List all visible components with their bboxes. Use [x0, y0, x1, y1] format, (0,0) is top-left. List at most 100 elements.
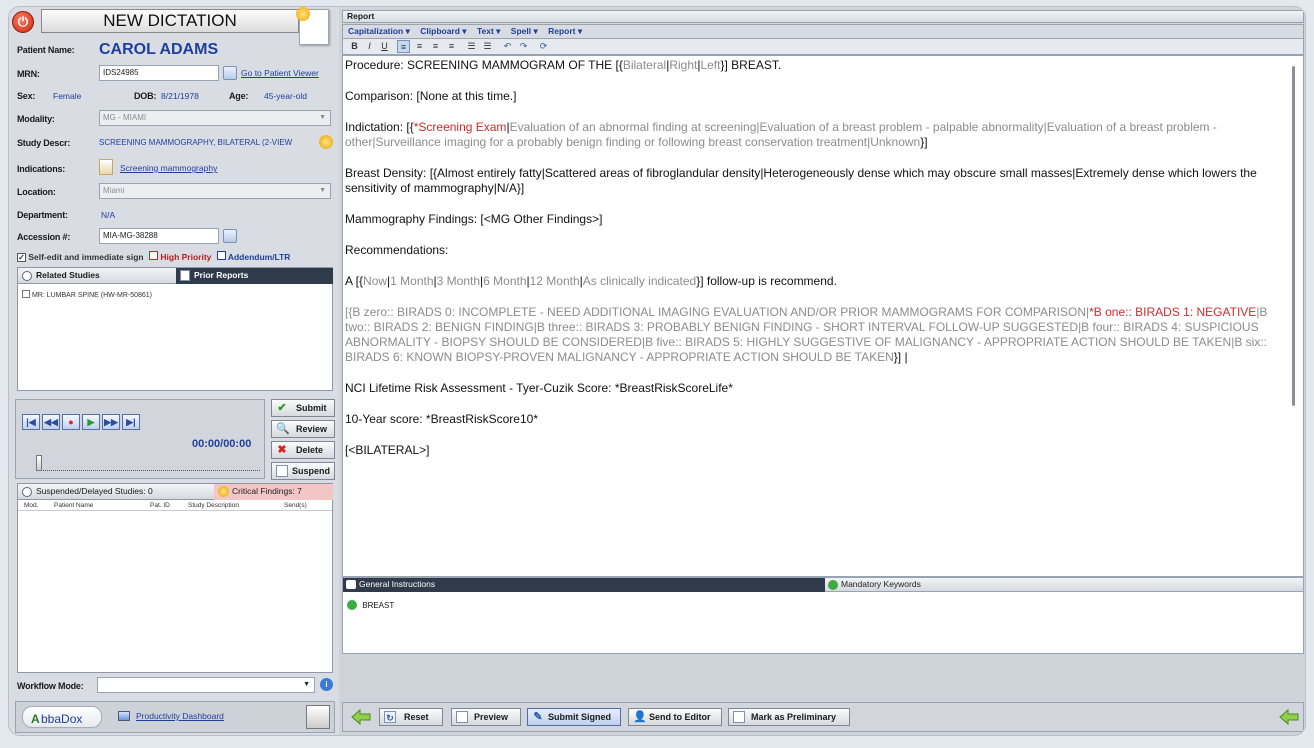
patient-viewer-link[interactable]: Go to Patient Viewer [241, 68, 319, 78]
underline-button[interactable]: U [378, 40, 391, 53]
mrn-field[interactable]: IDS24985 [99, 65, 219, 81]
menu-spell[interactable]: Spell ▾ [511, 26, 538, 36]
column-header[interactable]: Patient Name [54, 502, 93, 509]
followup-option[interactable]: 3 Month [437, 274, 480, 288]
clipboard-icon[interactable] [99, 159, 113, 175]
justify-button[interactable]: ≡ [445, 40, 458, 53]
modality-value: MG - MIAMI [103, 113, 147, 122]
bullet-list-button[interactable]: ☰ [465, 40, 478, 53]
format-toolbar: B I U ≡ ≡ ≡ ≡ ☰ ☰ ↶ ↷ ⟳ [342, 39, 1304, 55]
info-icon[interactable]: i [320, 678, 333, 691]
refresh-button[interactable]: ⟳ [537, 40, 550, 53]
column-header[interactable]: Send(s) [284, 502, 307, 509]
note-icon[interactable] [296, 7, 329, 45]
align-right-button[interactable]: ≡ [429, 40, 442, 53]
timeline-track[interactable] [38, 470, 260, 472]
back-arrow-icon[interactable] [351, 709, 371, 725]
tab-suspended[interactable]: Suspended/Delayed Studies: 0 [18, 484, 214, 500]
tab-prior-reports[interactable]: Prior Reports [176, 268, 333, 284]
followup-option[interactable]: As clinically indicated [583, 274, 696, 288]
tab-mandatory-keywords[interactable]: Mandatory Keywords [825, 578, 1303, 592]
user-avatar-icon[interactable] [306, 705, 330, 729]
accession-field[interactable]: MIA-MG-38288 [99, 228, 219, 244]
reset-button[interactable]: ↻ Reset [379, 708, 443, 726]
options-row: ✓ Self-edit and immediate sign High Prio… [17, 251, 290, 262]
list-item[interactable]: MR: LUMBAR SPINE (HW-MR-50861) [22, 290, 152, 299]
delete-x-icon: ✖ [277, 444, 287, 456]
scrollbar-thumb[interactable] [1292, 66, 1295, 406]
study-lookup-icon[interactable] [319, 135, 333, 149]
align-center-button[interactable]: ≡ [413, 40, 426, 53]
column-header[interactable]: Study Description [188, 502, 239, 509]
tab-related-studies[interactable]: Related Studies [18, 268, 176, 284]
suspend-icon [276, 465, 288, 477]
tab-general-instructions[interactable]: General Instructions [343, 578, 825, 592]
chevron-down-icon: ▼ [319, 187, 326, 194]
procedure-option[interactable]: Bilateral [623, 58, 666, 72]
followup-option[interactable]: 1 Month [390, 274, 433, 288]
align-left-button[interactable]: ≡ [397, 40, 410, 53]
patient-name: CAROL ADAMS [99, 41, 219, 58]
column-header[interactable]: Mod. [24, 502, 38, 509]
undo-button[interactable]: ↶ [501, 40, 514, 53]
send-to-editor-label: Send to Editor [649, 712, 711, 722]
bold-button[interactable]: B [348, 40, 361, 53]
rewind-icon[interactable]: ◀◀ [42, 414, 60, 430]
high-priority-checkbox[interactable] [149, 251, 158, 260]
study-item-label: MR: LUMBAR SPINE (HW-MR-50861) [31, 292, 153, 299]
redo-button[interactable]: ↷ [517, 40, 530, 53]
menu-report[interactable]: Report ▾ [548, 26, 582, 36]
suspend-button[interactable]: Suspend [271, 462, 335, 480]
numbered-list-button[interactable]: ☰ [481, 40, 494, 53]
followup-option[interactable]: 12 Month [530, 274, 580, 288]
indication-selected-option[interactable]: *Screening Exam [414, 120, 507, 134]
forward-arrow-icon[interactable] [1279, 709, 1299, 725]
fast-forward-icon[interactable]: ▶▶ [102, 414, 120, 430]
search-icon[interactable] [223, 229, 237, 243]
delete-label: Delete [296, 445, 324, 455]
modality-select[interactable]: MG - MIAMI ▼ [99, 110, 331, 126]
followup-option[interactable]: Now [363, 274, 387, 288]
skip-start-icon[interactable]: |◀ [22, 414, 40, 430]
procedure-option[interactable]: Left [700, 58, 720, 72]
study-checkbox[interactable] [22, 290, 30, 298]
editor-scrollbar[interactable] [1287, 66, 1301, 566]
birads-options[interactable]: [{B zero:: BIRADS 0: INCOMPLETE - NEED A… [345, 305, 1089, 319]
record-icon[interactable]: ● [62, 414, 80, 430]
indications-link[interactable]: Screening mammography [120, 163, 217, 173]
menu-clipboard[interactable]: Clipboard ▾ [420, 26, 466, 36]
skip-end-icon[interactable]: ▶| [122, 414, 140, 430]
productivity-dashboard-link[interactable]: Productivity Dashboard [136, 711, 224, 721]
birads-selected-option[interactable]: *B one:: BIRADS 1: NEGATIVE [1089, 305, 1256, 319]
menu-text[interactable]: Text ▾ [477, 26, 500, 36]
tab-critical-findings[interactable]: Critical Findings: 7 [214, 484, 333, 500]
location-select[interactable]: Miami ▼ [99, 183, 331, 199]
sex-label: Sex: [17, 91, 36, 101]
italic-button[interactable]: I [363, 40, 376, 53]
self-edit-checkbox[interactable]: ✓ [17, 253, 26, 262]
play-icon[interactable]: ▶ [82, 414, 100, 430]
procedure-option[interactable]: Right [669, 58, 697, 72]
delete-button[interactable]: ✖ Delete [271, 441, 335, 459]
age-value: 45-year-old [264, 91, 307, 101]
dictation-title-button[interactable]: NEW DICTATION [41, 9, 299, 33]
search-icon[interactable] [223, 66, 237, 80]
addendum-checkbox[interactable] [216, 251, 226, 260]
preview-button[interactable]: Preview [451, 708, 521, 726]
submit-button[interactable]: ✔ Submit [271, 399, 335, 417]
timeline-slider-handle[interactable] [36, 455, 42, 471]
menu-capitalization[interactable]: Capitalization ▾ [348, 26, 410, 36]
procedure-prefix: Procedure: SCREENING MAMMOGRAM OF THE [{ [345, 58, 623, 72]
send-to-editor-button[interactable]: 👤 Send to Editor [628, 708, 722, 726]
workflow-mode-select[interactable]: ▼ [97, 677, 315, 693]
mark-preliminary-button[interactable]: Mark as Preliminary [728, 708, 850, 726]
column-header[interactable]: Pat. ID [150, 502, 170, 509]
logo-mark: A [31, 712, 40, 726]
report-editor[interactable]: Procedure: SCREENING MAMMOGRAM OF THE [{… [342, 55, 1304, 577]
submit-signed-button[interactable]: ✎ Submit Signed [527, 708, 621, 726]
followup-option[interactable]: 6 Month [483, 274, 526, 288]
followup-line: A [{Now|1 Month|3 Month|6 Month|12 Month… [345, 274, 837, 288]
review-button[interactable]: 🔍 Review [271, 420, 335, 438]
instructions-tabbar: General Instructions Mandatory Keywords [343, 578, 1303, 592]
power-icon[interactable]: ⏻ [12, 11, 34, 33]
